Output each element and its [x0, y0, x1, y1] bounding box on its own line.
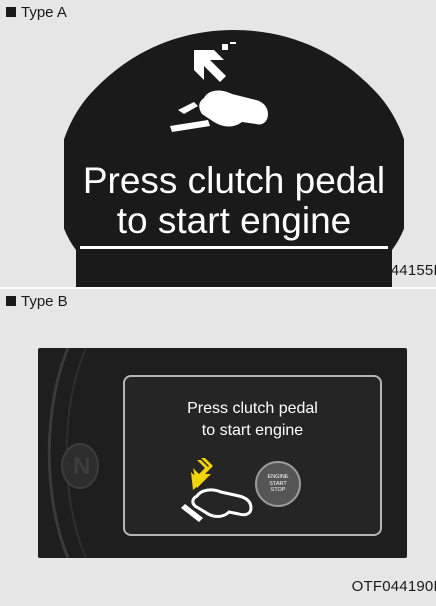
clutch-pedal-foot-icon	[170, 42, 268, 132]
button-text-line-3: STOP	[270, 487, 286, 494]
type-b-panel: Type B N Press clutch pedal to start eng…	[0, 289, 436, 606]
engine-start-stop-button: ENGINE START STOP	[255, 461, 301, 507]
message-line-1: Press clutch pedal	[82, 160, 386, 201]
message-line-2: to start engine	[201, 422, 304, 439]
type-a-label-text: Type A	[21, 4, 67, 21]
gear-letter: N	[73, 453, 91, 480]
type-a-display: Press clutch pedal to start engine	[64, 30, 404, 287]
message-line-1: Press clutch pedal	[187, 400, 318, 417]
figure-code-a: OTF044155L	[351, 262, 436, 279]
gear-indicator: N	[70, 450, 94, 484]
type-a-label: Type A	[6, 4, 67, 21]
type-a-panel: Type A Press clutch pedal to start engin…	[0, 0, 436, 287]
message-underline	[80, 246, 388, 249]
type-b-label-text: Type B	[21, 293, 68, 310]
instrument-cluster: N Press clutch pedal to start engine ENG…	[38, 348, 407, 558]
message-line-2: to start engine	[116, 200, 352, 241]
type-b-label: Type B	[6, 293, 68, 310]
square-bullet-icon	[6, 7, 16, 17]
cluster-screen: Press clutch pedal to start engine ENGIN…	[123, 375, 382, 536]
clutch-pedal-foot-icon	[181, 458, 253, 522]
square-bullet-icon	[6, 296, 16, 306]
figure-code-b: OTF044190L	[351, 578, 436, 595]
